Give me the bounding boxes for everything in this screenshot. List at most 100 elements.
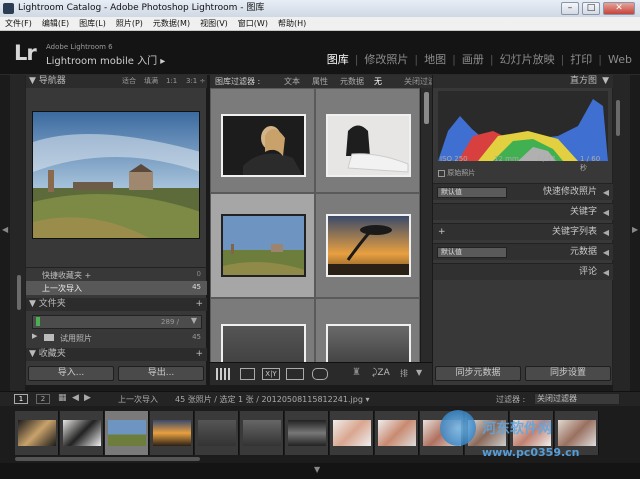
zoom-fit[interactable]: 适合 (122, 75, 136, 88)
grid-view-icon[interactable] (216, 368, 230, 380)
secondary-page-2[interactable]: 2 (36, 394, 50, 404)
filmstrip-thumb[interactable] (195, 411, 239, 455)
menu-library[interactable]: 图库(L) (74, 17, 111, 30)
keywording-header[interactable]: 关键字 ◀ (433, 203, 613, 220)
module-book[interactable]: 画册 (462, 51, 484, 67)
filter-attribute[interactable]: 属性 (312, 75, 328, 88)
keyword-list-header[interactable]: + 关键字列表 ◀ (433, 223, 613, 240)
left-scrollbar[interactable] (17, 275, 21, 310)
sync-settings-button[interactable]: 同步设置 (525, 366, 611, 381)
quick-develop-header[interactable]: 默认值 快速修改照片 ◀ (433, 183, 613, 200)
filmstrip-info[interactable]: 45 张照片 / 选定 1 张 / 20120508115812241.jpg … (175, 394, 369, 405)
zoom-3-1[interactable]: 3:1 ÷ (186, 75, 205, 88)
thumbnail[interactable] (326, 324, 411, 362)
comments-header[interactable]: 评论 ◀ (433, 263, 613, 280)
grid-cell[interactable] (210, 298, 315, 362)
survey-view-icon[interactable] (286, 368, 304, 380)
minimize-button[interactable]: – (561, 2, 579, 15)
toolbar-menu-icon[interactable]: ▼ (416, 368, 422, 377)
sort-direction-icon[interactable]: ⤸ZA (372, 368, 390, 378)
quick-develop-preset[interactable]: 默认值 (437, 187, 507, 198)
quick-collection-row[interactable]: 快捷收藏夹 + 0 (26, 267, 207, 281)
thumbnail[interactable] (221, 114, 306, 177)
module-slideshow[interactable]: 幻灯片放映 (500, 51, 555, 67)
painter-icon[interactable]: ♜ (352, 367, 361, 378)
metadata-preset[interactable]: 默认值 (437, 247, 507, 258)
loupe-view-icon[interactable] (240, 368, 255, 380)
add-collection-icon[interactable]: + (195, 348, 203, 361)
sync-metadata-button[interactable]: 同步元数据 (435, 366, 521, 381)
zoom-fill[interactable]: 填满 (144, 75, 158, 88)
menu-window[interactable]: 窗口(W) (233, 17, 273, 30)
filmstrip-thumb[interactable] (285, 411, 329, 455)
add-keyword-icon[interactable]: + (438, 224, 446, 241)
compare-view-icon[interactable]: X|Y (262, 368, 280, 380)
filmstrip-source[interactable]: 上一次导入 (118, 394, 158, 405)
grid-cell[interactable] (315, 88, 420, 193)
filmstrip-thumb-selected[interactable] (105, 411, 149, 455)
grid-jump-icon[interactable]: ▦ (58, 393, 67, 403)
expand-triangle-icon[interactable]: ▶ (32, 332, 37, 340)
filmstrip-thumb[interactable] (15, 411, 59, 455)
metadata-header[interactable]: 默认值 元数据 ◀ (433, 243, 613, 260)
maximize-button[interactable]: □ (582, 2, 600, 15)
collapse-left-icon[interactable]: ◀ (2, 225, 8, 234)
filter-metadata[interactable]: 元数据 (340, 75, 364, 88)
folder-item[interactable]: ▶ 试用照片 45 (26, 331, 207, 344)
filmstrip-thumb[interactable] (240, 411, 284, 455)
right-scrollbar[interactable] (616, 100, 620, 136)
filter-preset[interactable]: 关闭过滤 (404, 75, 432, 88)
grid-cell[interactable] (210, 88, 315, 193)
zoom-1-1[interactable]: 1:1 (166, 75, 177, 88)
grid-scrollbar[interactable] (421, 88, 432, 362)
volume-bar[interactable]: 289 / ▼ (32, 315, 202, 329)
collapse-bottom-icon[interactable]: ▼ (314, 465, 320, 474)
module-library[interactable]: 图库 (327, 51, 349, 67)
folders-header[interactable]: ▼ 文件夹 + (26, 298, 207, 311)
thumbnail[interactable] (221, 214, 306, 277)
collections-header[interactable]: ▼ 收藏夹 + (26, 348, 207, 361)
export-button[interactable]: 导出... (118, 366, 204, 381)
filter-none[interactable]: 无 (374, 75, 382, 88)
original-photo-checkbox[interactable] (438, 169, 445, 177)
grid-cell-selected[interactable] (210, 193, 315, 298)
filter-text[interactable]: 文本 (284, 75, 300, 88)
module-print[interactable]: 打印 (570, 51, 592, 67)
collapse-right-icon[interactable]: ▶ (632, 225, 638, 234)
menu-metadata[interactable]: 元数据(M) (148, 17, 195, 30)
grid-cell[interactable] (315, 298, 420, 362)
add-folder-icon[interactable]: + (195, 298, 203, 311)
mobile-link[interactable]: Lightroom mobile 入门 ▸ (46, 52, 165, 67)
histogram-header[interactable]: 直方图 ▼ (433, 75, 613, 88)
bottom-edge[interactable]: ▼ (0, 463, 640, 479)
filmstrip-filter-select[interactable]: 关闭过滤器 (534, 393, 620, 405)
menu-edit[interactable]: 编辑(E) (37, 17, 74, 30)
previous-import-row[interactable]: 上一次导入 45 (26, 281, 207, 295)
back-arrow-icon[interactable]: ◀ (72, 393, 79, 403)
original-photo-row[interactable]: 原始照片 (438, 168, 475, 178)
navigator-header[interactable]: ▼ 导航器 适合 填满 1:1 3:1 ÷ (26, 75, 207, 88)
filmstrip-thumb[interactable] (150, 411, 194, 455)
forward-arrow-icon[interactable]: ▶ (84, 393, 91, 403)
thumbnail[interactable] (221, 324, 306, 362)
grid-scroll-thumb[interactable] (424, 92, 429, 124)
module-develop[interactable]: 修改照片 (364, 51, 408, 67)
menu-photo[interactable]: 照片(P) (111, 17, 148, 30)
sort-label[interactable]: 排 (400, 368, 408, 379)
right-edge[interactable]: ▶ (630, 75, 640, 391)
menu-view[interactable]: 视图(V) (195, 17, 233, 30)
left-edge[interactable]: ◀ (0, 75, 10, 391)
secondary-page-1[interactable]: 1 (14, 394, 28, 404)
filmstrip-thumb[interactable] (330, 411, 374, 455)
thumbnail[interactable] (326, 114, 411, 177)
volume-menu-icon[interactable]: ▼ (191, 316, 197, 325)
filmstrip-thumb[interactable] (60, 411, 104, 455)
module-web[interactable]: Web (608, 53, 632, 66)
module-map[interactable]: 地图 (424, 51, 446, 67)
import-button[interactable]: 导入... (28, 366, 114, 381)
close-button[interactable]: ✕ (603, 2, 635, 15)
navigator-preview[interactable] (32, 111, 200, 239)
thumbnail[interactable] (326, 214, 411, 277)
filmstrip-scrollbar[interactable] (15, 457, 200, 461)
people-view-icon[interactable] (312, 368, 328, 380)
